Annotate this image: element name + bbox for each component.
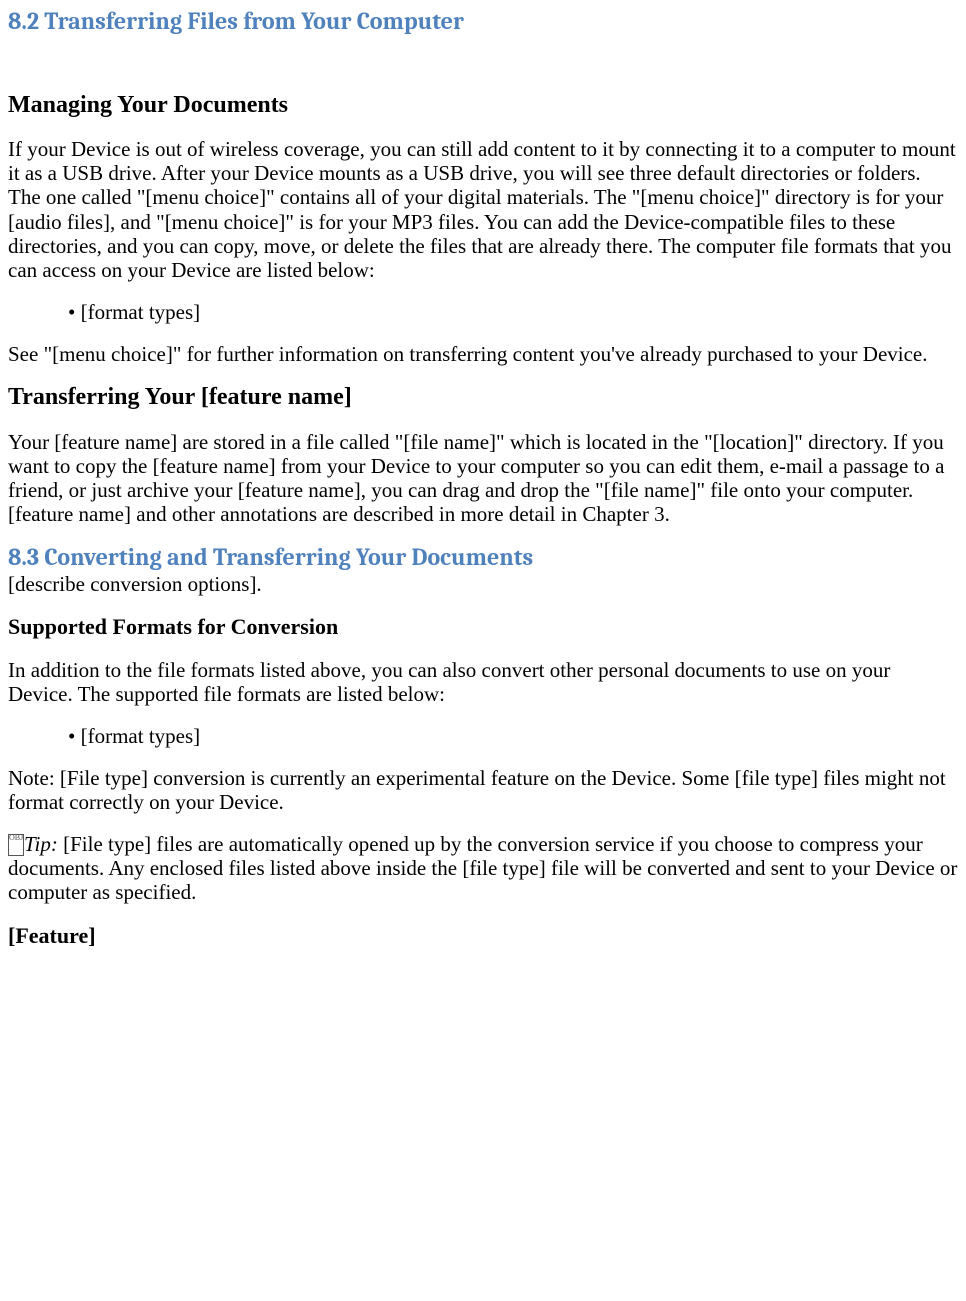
transferring-feature-heading: Transferring Your [feature name] [8,384,958,412]
managing-documents-paragraph: If your Device is out of wireless covera… [8,137,958,282]
format-types-bullet-1: • [format types] [8,300,958,324]
conversion-options-line: [describe conversion options]. [8,572,958,596]
supported-formats-heading: Supported Formats for Conversion [8,614,958,639]
tip-icon: OBJ [8,834,24,856]
note-paragraph: Note: [File type] conversion is currentl… [8,766,958,814]
transferring-feature-paragraph: Your [feature name] are stored in a file… [8,430,958,527]
format-types-bullet-2: • [format types] [8,724,958,748]
section-8-2-heading: 8.2 Transferring Files from Your Compute… [8,8,958,36]
managing-documents-heading: Managing Your Documents [8,92,958,120]
tip-paragraph: OBJTip: [File type] files are automatica… [8,832,958,904]
feature-heading: [Feature] [8,923,958,948]
section-8-3-heading: 8.3 Converting and Transferring Your Doc… [8,544,958,572]
tip-label: Tip: [24,832,58,856]
see-menu-choice-paragraph: See "[menu choice]" for further informat… [8,342,958,366]
supported-formats-paragraph: In addition to the file formats listed a… [8,658,958,706]
tip-body: [File type] files are automatically open… [8,832,957,904]
